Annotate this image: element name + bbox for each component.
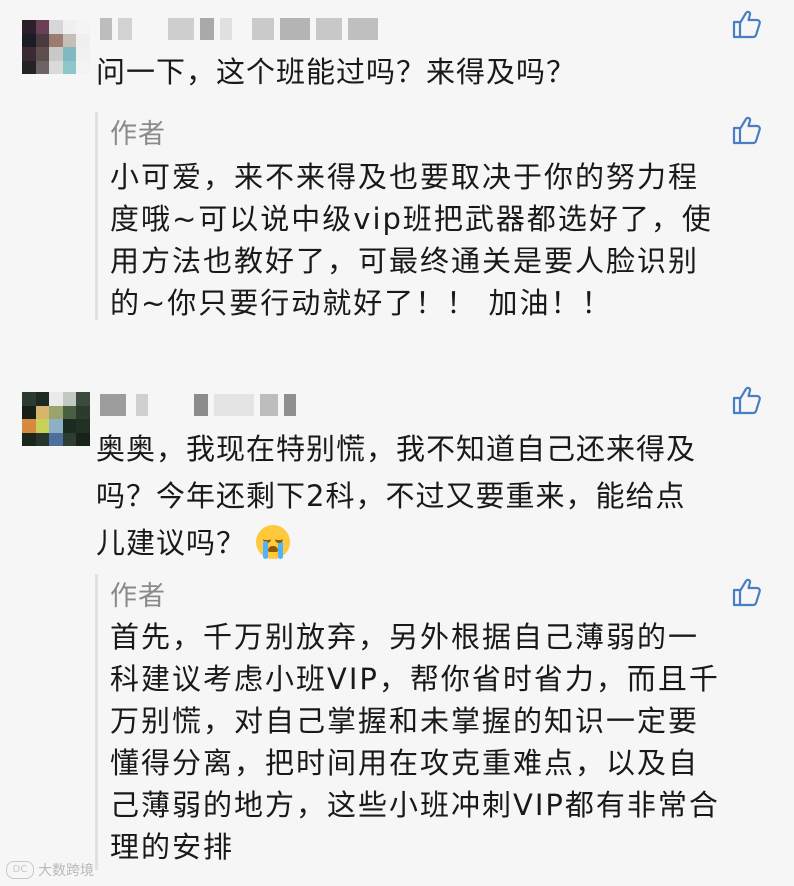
avatar[interactable] xyxy=(22,20,90,74)
like-icon[interactable] xyxy=(730,114,762,146)
reply-text: 小可爱，来不来得及也要取决于你的努力程 度哦~可以说中级vip班把武器都选好了，… xyxy=(110,160,713,320)
watermark-logo: DC xyxy=(6,861,34,879)
nickname-blurred[interactable] xyxy=(100,392,296,418)
like-icon[interactable] xyxy=(730,576,762,608)
comment-text: 奥奥，我现在特别慌，我不知道自己还来得及 吗？今年还剩下2科，不过又要重来，能给… xyxy=(96,432,697,560)
author-reply: 作者 首先，千万别放弃，另外根据自己薄弱的一 科建议考虑小班VIP，帮你省时省力… xyxy=(95,574,768,870)
like-icon[interactable] xyxy=(730,384,762,416)
nickname-blurred[interactable] xyxy=(100,16,378,42)
crying-face-emoji-icon xyxy=(256,525,291,559)
author-reply: 作者 小可爱，来不来得及也要取决于你的努力程 度哦~可以说中级vip班把武器都选… xyxy=(95,112,768,320)
like-icon[interactable] xyxy=(730,8,762,40)
watermark-text: 大数跨境 xyxy=(38,863,94,879)
reply-author-label: 作者 xyxy=(110,119,166,150)
reply-text: 首先，千万别放弃，另外根据自己薄弱的一 科建议考虑小班VIP，帮你省时省力，而且… xyxy=(110,620,720,864)
watermark: DC 大数跨境 xyxy=(6,860,94,880)
avatar[interactable] xyxy=(22,392,90,446)
reply-author-label: 作者 xyxy=(110,581,166,612)
comment-text: 问一下，这个班能过吗？来得及吗？ xyxy=(96,55,577,89)
